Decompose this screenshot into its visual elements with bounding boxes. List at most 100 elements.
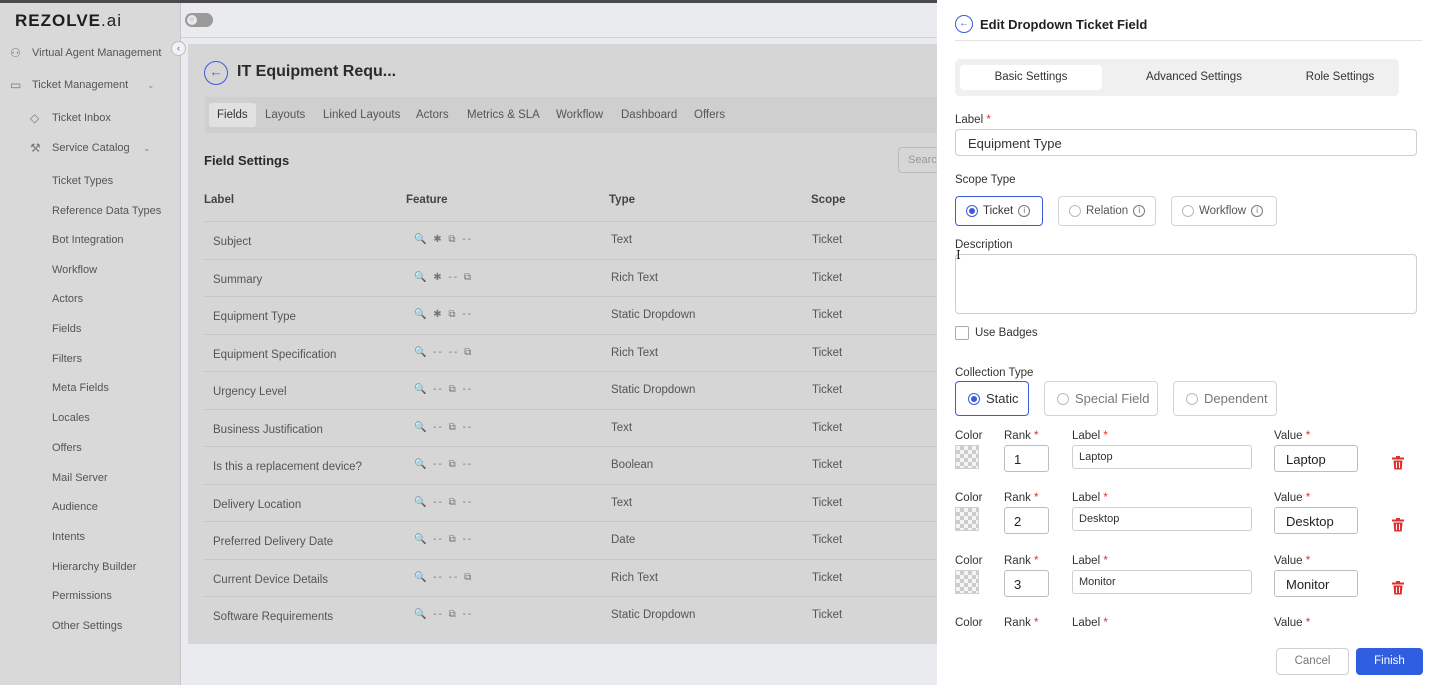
tab-dashboard[interactable]: Dashboard [621, 109, 677, 121]
table-cell-feature: 🔍 -- ⧉ -- [414, 421, 474, 433]
sidebar-sub-meta-fields[interactable]: Meta Fields [52, 382, 109, 394]
color-swatch[interactable] [955, 507, 979, 531]
sidebar-sub-intents[interactable]: Intents [52, 531, 85, 543]
trash-icon[interactable] [1392, 581, 1404, 595]
tab-offers[interactable]: Offers [694, 109, 725, 121]
sidebar-sub-hierarchy-builder[interactable]: Hierarchy Builder [52, 561, 136, 573]
collection-option-special-field[interactable]: Special Field [1044, 381, 1158, 416]
color-swatch[interactable] [955, 445, 979, 469]
table-row-divider [204, 221, 948, 222]
table-cell-scope: Ticket [812, 421, 843, 434]
radio-selected [966, 205, 978, 217]
column-header-scope[interactable]: Scope [811, 194, 846, 206]
table-cell-type: Static Dropdown [611, 384, 696, 396]
back-button[interactable]: ← [204, 61, 228, 85]
table-cell-label[interactable]: Equipment Type [213, 311, 296, 323]
label-input[interactable]: Equipment Type [955, 129, 1417, 156]
sidebar-sub-reference-data-types[interactable]: Reference Data Types [52, 205, 161, 217]
scope-option-workflow[interactable]: Workflow i [1171, 196, 1277, 226]
sidebar-sub-other-settings[interactable]: Other Settings [52, 620, 122, 632]
sidebar-sub-offers[interactable]: Offers [52, 442, 82, 454]
drawer-back-button[interactable]: ← [955, 15, 973, 33]
table-row-divider [204, 258, 948, 260]
tab-basic-settings[interactable]: Basic Settings [960, 65, 1102, 90]
collection-option-dependent[interactable]: Dependent [1173, 381, 1277, 416]
collection-option-static[interactable]: Static [955, 381, 1029, 416]
table-cell-label[interactable]: Is this a replacement device? [213, 461, 362, 473]
rank-input[interactable]: 2 [1004, 507, 1049, 534]
sidebar-sub-actors[interactable]: Actors [52, 293, 83, 305]
chevron-down-icon: ⌄ [143, 142, 151, 153]
column-header-type[interactable]: Type [609, 194, 635, 206]
rank-input[interactable]: 1 [1004, 445, 1049, 472]
table-cell-label[interactable]: Summary [213, 274, 262, 286]
sidebar-item-ticket-inbox[interactable]: ◇ Ticket Inbox [30, 112, 111, 124]
option-label-header: Label * [1072, 555, 1108, 567]
use-badges-checkbox[interactable] [955, 326, 969, 340]
table-cell-type: Date [611, 534, 636, 546]
table-cell-type: Boolean [611, 459, 654, 471]
cancel-button[interactable]: Cancel [1276, 648, 1349, 675]
sidebar-item-virtual-agent-management[interactable]: ⚇ Virtual Agent Management [10, 47, 161, 59]
tab-metrics-sla[interactable]: Metrics & SLA [467, 109, 540, 121]
option-rank-header: Rank * [1004, 555, 1039, 567]
table-row-divider [204, 521, 948, 522]
column-header-label[interactable]: Label [204, 194, 234, 206]
trash-icon[interactable] [1392, 456, 1404, 470]
collection-type-label: Collection Type [955, 367, 1034, 379]
sidebar-sub-mail-server[interactable]: Mail Server [52, 472, 108, 484]
option-value-input[interactable]: Laptop [1274, 445, 1358, 472]
tab-role-settings[interactable]: Role Settings [1269, 65, 1411, 90]
description-textarea[interactable] [955, 254, 1417, 314]
tab-workflow[interactable]: Workflow [556, 109, 603, 121]
sidebar-sub-filters[interactable]: Filters [52, 353, 82, 365]
theme-toggle[interactable]: ☼ [185, 13, 213, 27]
trash-icon[interactable] [1392, 518, 1404, 532]
table-cell-label[interactable]: Equipment Specification [213, 349, 336, 361]
table-cell-label[interactable]: Subject [213, 236, 251, 248]
table-cell-scope: Ticket [812, 609, 843, 621]
tab-actors[interactable]: Actors [416, 109, 449, 121]
scope-option-ticket[interactable]: Ticket i [955, 196, 1043, 226]
table-cell-label[interactable]: Delivery Location [213, 499, 301, 511]
table-cell-label[interactable]: Current Device Details [213, 574, 328, 586]
finish-button[interactable]: Finish [1356, 648, 1423, 675]
option-value-input[interactable]: Desktop [1274, 507, 1358, 534]
sidebar-sub-locales[interactable]: Locales [52, 412, 90, 424]
option-color-header: Color [955, 617, 983, 629]
scope-option-relation[interactable]: Relation i [1058, 196, 1156, 226]
drawer-divider [955, 40, 1422, 41]
column-header-feature[interactable]: Feature [406, 194, 448, 206]
table-cell-label[interactable]: Business Justification [213, 424, 323, 436]
option-value-input[interactable]: Monitor [1274, 570, 1358, 597]
collapse-sidebar-button[interactable]: ‹ [171, 41, 186, 56]
tab-fields[interactable]: Fields [209, 103, 256, 127]
color-swatch[interactable] [955, 570, 979, 594]
chevron-down-icon: ⌄ [147, 79, 155, 90]
option-label-input[interactable]: Monitor [1072, 570, 1252, 594]
option-label-input[interactable]: Laptop [1072, 445, 1252, 469]
table-cell-label[interactable]: Software Requirements [213, 611, 333, 623]
table-cell-feature: 🔍 -- ⧉ -- [414, 534, 474, 545]
option-value-header: Value * [1274, 617, 1311, 629]
table-cell-label[interactable]: Preferred Delivery Date [213, 536, 333, 548]
use-badges-label: Use Badges [975, 327, 1038, 339]
sidebar-sub-fields[interactable]: Fields [52, 323, 81, 335]
table-cell-scope: Ticket [812, 459, 843, 471]
sidebar-sub-permissions[interactable]: Permissions [52, 590, 112, 602]
tab-linked-layouts[interactable]: Linked Layouts [323, 109, 400, 121]
table-cell-feature: 🔍 ✱ -- ⧉ [414, 271, 473, 283]
sidebar-sub-bot-integration[interactable]: Bot Integration [52, 234, 124, 246]
option-label-input[interactable]: Desktop [1072, 507, 1252, 531]
sidebar-sub-audience[interactable]: Audience [52, 501, 98, 513]
table-cell-feature: 🔍 -- ⧉ -- [414, 384, 474, 395]
sidebar-item-ticket-management[interactable]: ▭ Ticket Management ⌄ [10, 79, 155, 91]
tab-advanced-settings[interactable]: Advanced Settings [1123, 65, 1265, 90]
label-field-label: Label * [955, 114, 991, 126]
rank-input[interactable]: 3 [1004, 570, 1049, 597]
sidebar-item-service-catalog[interactable]: ⚒ Service Catalog ⌄ [30, 142, 151, 154]
table-cell-label[interactable]: Urgency Level [213, 386, 287, 398]
sidebar-sub-workflow[interactable]: Workflow [52, 264, 97, 276]
sidebar-sub-ticket-types[interactable]: Ticket Types [52, 175, 113, 187]
tab-layouts[interactable]: Layouts [265, 109, 305, 121]
